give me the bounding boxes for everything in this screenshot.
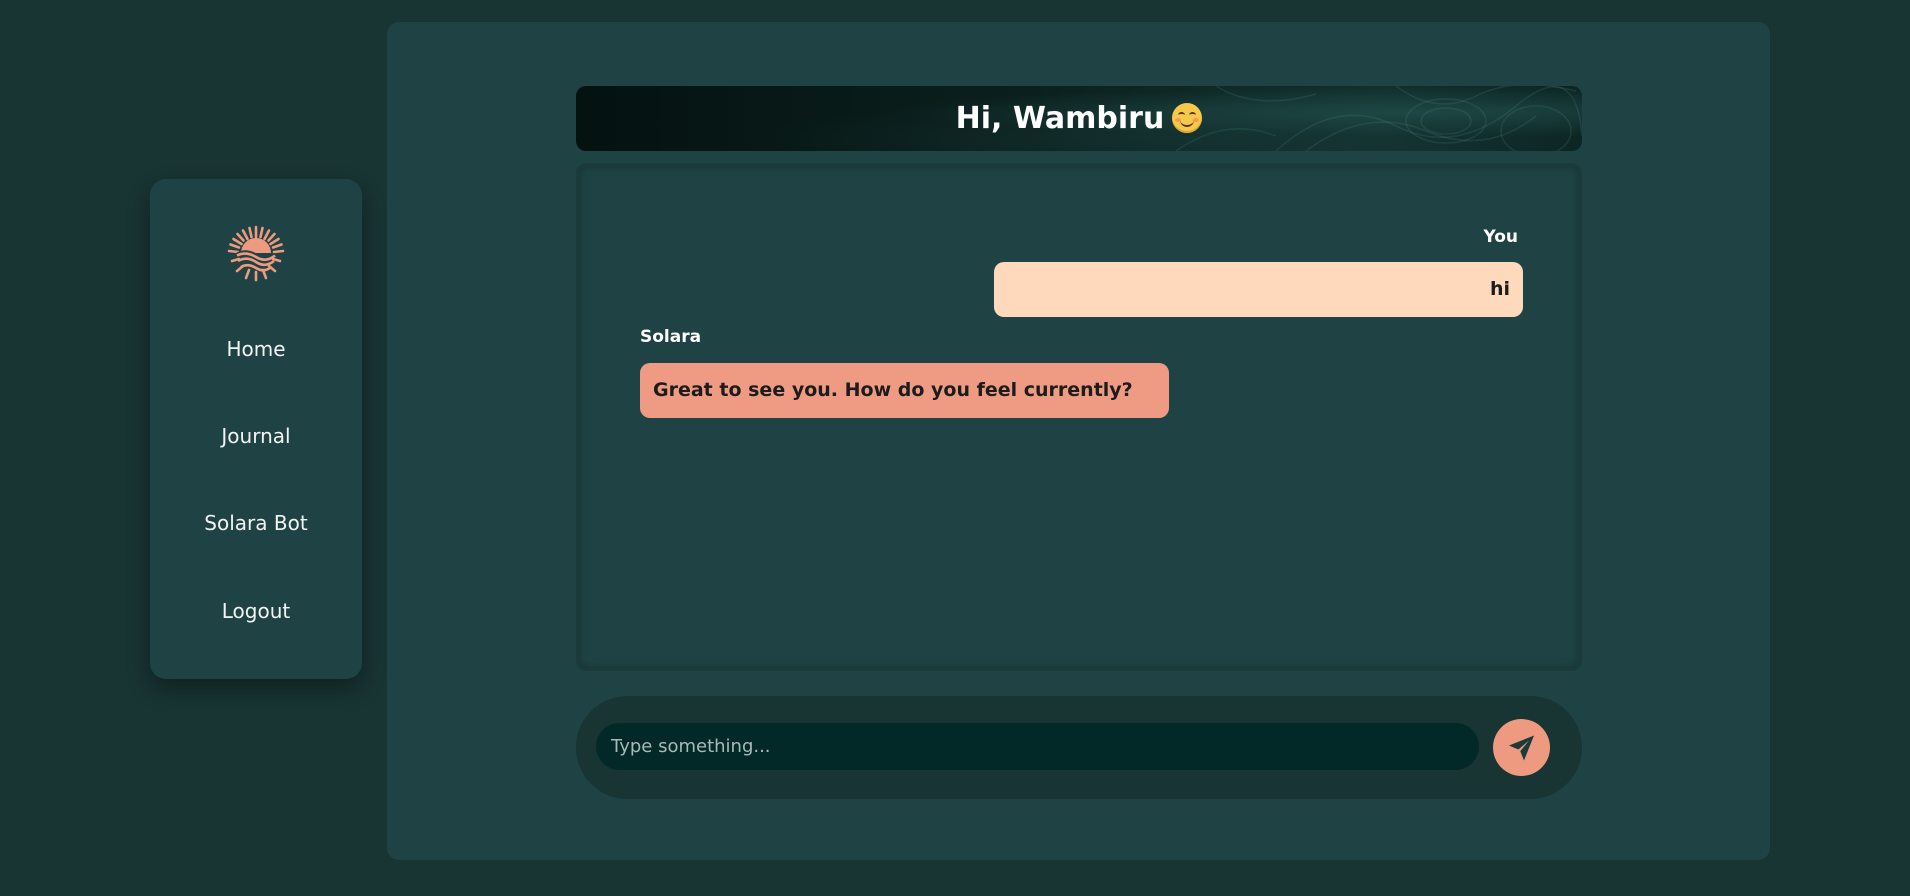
message-composer	[576, 696, 1582, 799]
nav-home[interactable]: Home	[150, 337, 362, 361]
sun-logo-icon	[224, 221, 288, 285]
sidebar: Home Journal Solara Bot Logout	[150, 179, 362, 679]
nav-solara-bot[interactable]: Solara Bot	[150, 511, 362, 535]
page-title: Hi, Wambiru	[576, 86, 1582, 151]
bot-sender-label: Solara	[640, 327, 702, 347]
page: Home Journal Solara Bot Logout Hi, Wambi…	[0, 0, 1910, 896]
message-input[interactable]	[596, 723, 1479, 770]
send-button[interactable]	[1493, 719, 1550, 776]
bot-message-bubble: Great to see you. How do you feel curren…	[640, 363, 1169, 418]
nav-logout[interactable]: Logout	[150, 599, 362, 623]
main-panel: Hi, Wambiru You hi Solara Great to see y…	[387, 22, 1770, 860]
user-sender-label: You	[1483, 227, 1518, 247]
chat-history: You hi Solara Great to see you. How do y…	[576, 163, 1582, 671]
smiling-face-icon	[1172, 103, 1203, 133]
greeting-text: Hi, Wambiru	[955, 101, 1165, 136]
paper-plane-icon	[1509, 735, 1534, 761]
user-message-bubble: hi	[994, 262, 1523, 317]
greeting-banner: Hi, Wambiru	[576, 86, 1582, 151]
nav-journal[interactable]: Journal	[150, 424, 362, 448]
